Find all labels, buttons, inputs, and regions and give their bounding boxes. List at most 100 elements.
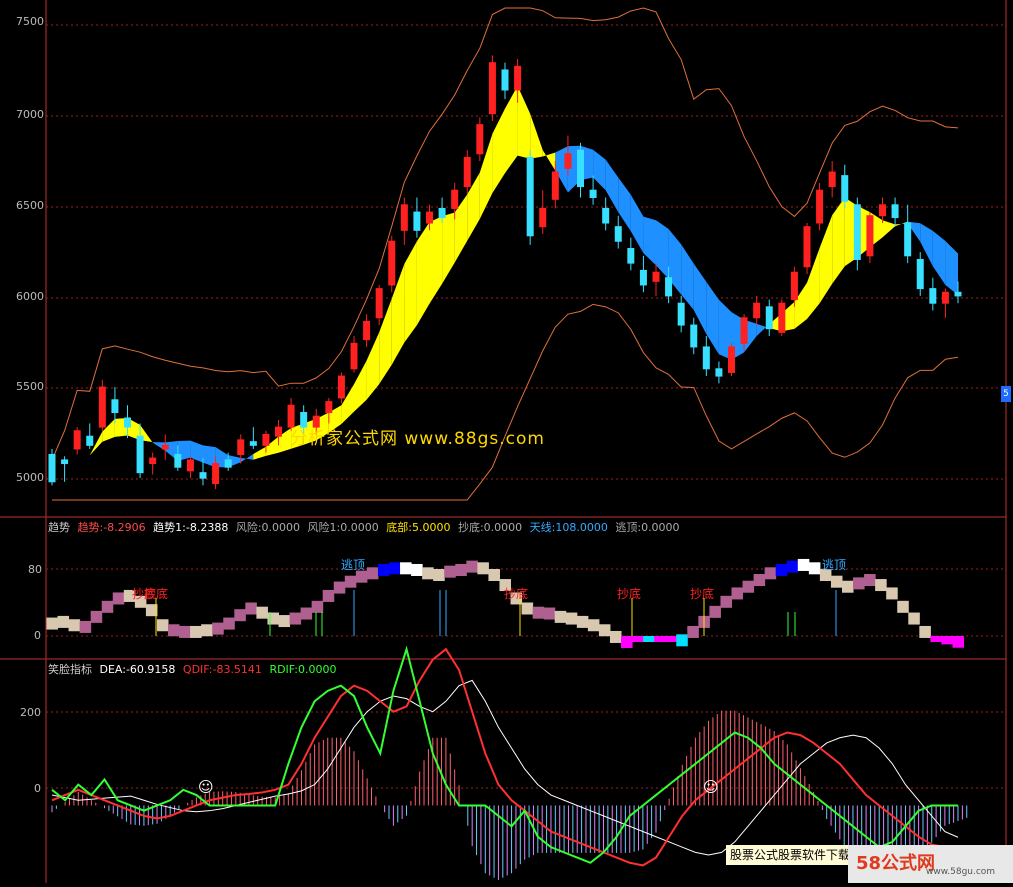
ma-ribbon-segment: [593, 149, 606, 191]
ma-ribbon-segment: [605, 159, 619, 213]
trend-bar: [422, 567, 434, 580]
y-tick-5000: 5000: [16, 471, 44, 484]
ma-ribbon-segment: [416, 222, 430, 326]
trend-bar: [411, 563, 423, 576]
candle-body: [853, 204, 861, 260]
trend-bar: [234, 609, 246, 622]
footer-logo[interactable]: 58公式网 www.58gu.com: [848, 845, 1013, 883]
trend-bar: [278, 615, 291, 628]
trend-bar: [554, 610, 567, 623]
candle-body: [275, 426, 282, 437]
trend-bar: [621, 636, 633, 648]
legend-risk1: 风险1:0.0000: [307, 521, 379, 534]
ma-ribbon-segment: [442, 212, 455, 284]
candle-body: [212, 463, 220, 485]
ma-ribbon-segment: [240, 453, 254, 463]
ma-ribbon-segment: [681, 244, 694, 311]
candle-body: [866, 215, 874, 257]
trend-bar: [687, 625, 699, 638]
candle-body: [665, 277, 673, 297]
side-tag[interactable]: 5: [1001, 386, 1011, 402]
candle-body: [73, 430, 81, 450]
watermark-text: 分析家公式网 www.88gs.com: [290, 429, 545, 449]
ma-ribbon-segment: [832, 197, 845, 284]
candle-body: [753, 302, 761, 319]
trend-bar: [753, 574, 766, 587]
series-line-rdif: [51, 645, 958, 864]
trend-bar: [333, 581, 346, 594]
candle-body: [614, 226, 622, 242]
y-tick-7000: 7000: [16, 108, 44, 121]
y-tick-6000: 6000: [16, 290, 44, 303]
legend-rdif: RDIF:0.0000: [269, 663, 337, 676]
trend-bar: [941, 636, 953, 645]
trend-bar: [543, 607, 556, 620]
annotation-taoding-2: 逃顶: [822, 558, 847, 572]
trend-bar: [400, 562, 412, 575]
trend-bar: [609, 630, 622, 643]
footer-banner[interactable]: 股票公式股票软件下载: [726, 845, 855, 865]
p2-y-tick-80: 80: [28, 563, 42, 576]
ma-ribbon-segment: [366, 332, 380, 400]
trend-bar: [190, 625, 202, 638]
legend-qdif: QDIF:-83.5141: [182, 663, 262, 676]
trend-bar: [930, 636, 942, 642]
trend-bar: [388, 562, 401, 575]
ma-ribbon-segment: [77, 455, 90, 459]
ma-ribbon-segment: [706, 281, 719, 355]
candle-body: [715, 368, 723, 377]
candle-body: [325, 401, 333, 414]
legend-trend: 趋势:-8.2906: [77, 521, 146, 534]
candle-body: [186, 459, 194, 472]
trend-bar: [201, 624, 213, 637]
candle-body: [262, 433, 270, 446]
annotation-chaodi-3: 抄底: [504, 587, 529, 601]
candle-body: [337, 375, 345, 399]
candle-body: [111, 399, 119, 414]
candle-body: [149, 457, 157, 465]
candle-body: [941, 291, 949, 304]
smile-legend: 笑脸指标 DEA:-60.9158 QDIF:-83.5141 RDIF:0.0…: [48, 661, 340, 677]
trend-bar: [366, 567, 379, 580]
candle-body: [602, 207, 610, 224]
trend-bar: [764, 567, 777, 580]
candle-body: [48, 453, 56, 483]
candle-body: [61, 459, 69, 465]
candle-body: [363, 320, 371, 341]
ma-ribbon-segment: [656, 220, 669, 280]
trend-bar: [576, 615, 589, 628]
trend-bar: [598, 624, 611, 637]
trend-bar: [532, 606, 545, 619]
trend-bar: [731, 587, 744, 600]
trend-bar: [101, 600, 114, 613]
smile-icon: ☺: [703, 778, 719, 796]
trend-bar: [919, 625, 931, 638]
ma-ribbon-segment: [819, 215, 833, 304]
trend-legend: 趋势 趋势:-8.2906 趋势1:-8.2388 风险:0.0000 风险1:…: [48, 519, 684, 535]
legend-taoding: 逃顶:0.0000: [615, 521, 680, 534]
candle-body: [690, 324, 698, 348]
trend-bar: [179, 625, 191, 638]
candle-body: [765, 306, 773, 330]
trend-bar: [786, 560, 799, 573]
candle-body: [400, 204, 408, 231]
candle-body: [237, 439, 245, 455]
trend-bar: [168, 624, 180, 637]
y-tick-5500: 5500: [16, 380, 44, 393]
candle-body: [916, 258, 924, 290]
candle-body: [476, 124, 484, 155]
candle-body: [375, 288, 383, 319]
candle-body: [816, 189, 824, 224]
legend-risk: 风险:0.0000: [235, 521, 301, 534]
candle-body: [413, 211, 421, 231]
trend-bar: [853, 577, 865, 590]
candle-body: [803, 226, 811, 268]
annotation-chaodi-5: 抄底: [690, 587, 715, 601]
ma-ribbon-segment: [643, 216, 656, 266]
chart-stage[interactable]: 7500 7000 6500 6000 5500 5000 分析家公式网 www…: [0, 0, 1013, 883]
candle-body: [98, 386, 106, 428]
p3-y-tick-0: 0: [34, 782, 41, 795]
candle-body: [702, 346, 710, 370]
candle-body: [438, 207, 446, 219]
trend-bar: [212, 622, 224, 635]
